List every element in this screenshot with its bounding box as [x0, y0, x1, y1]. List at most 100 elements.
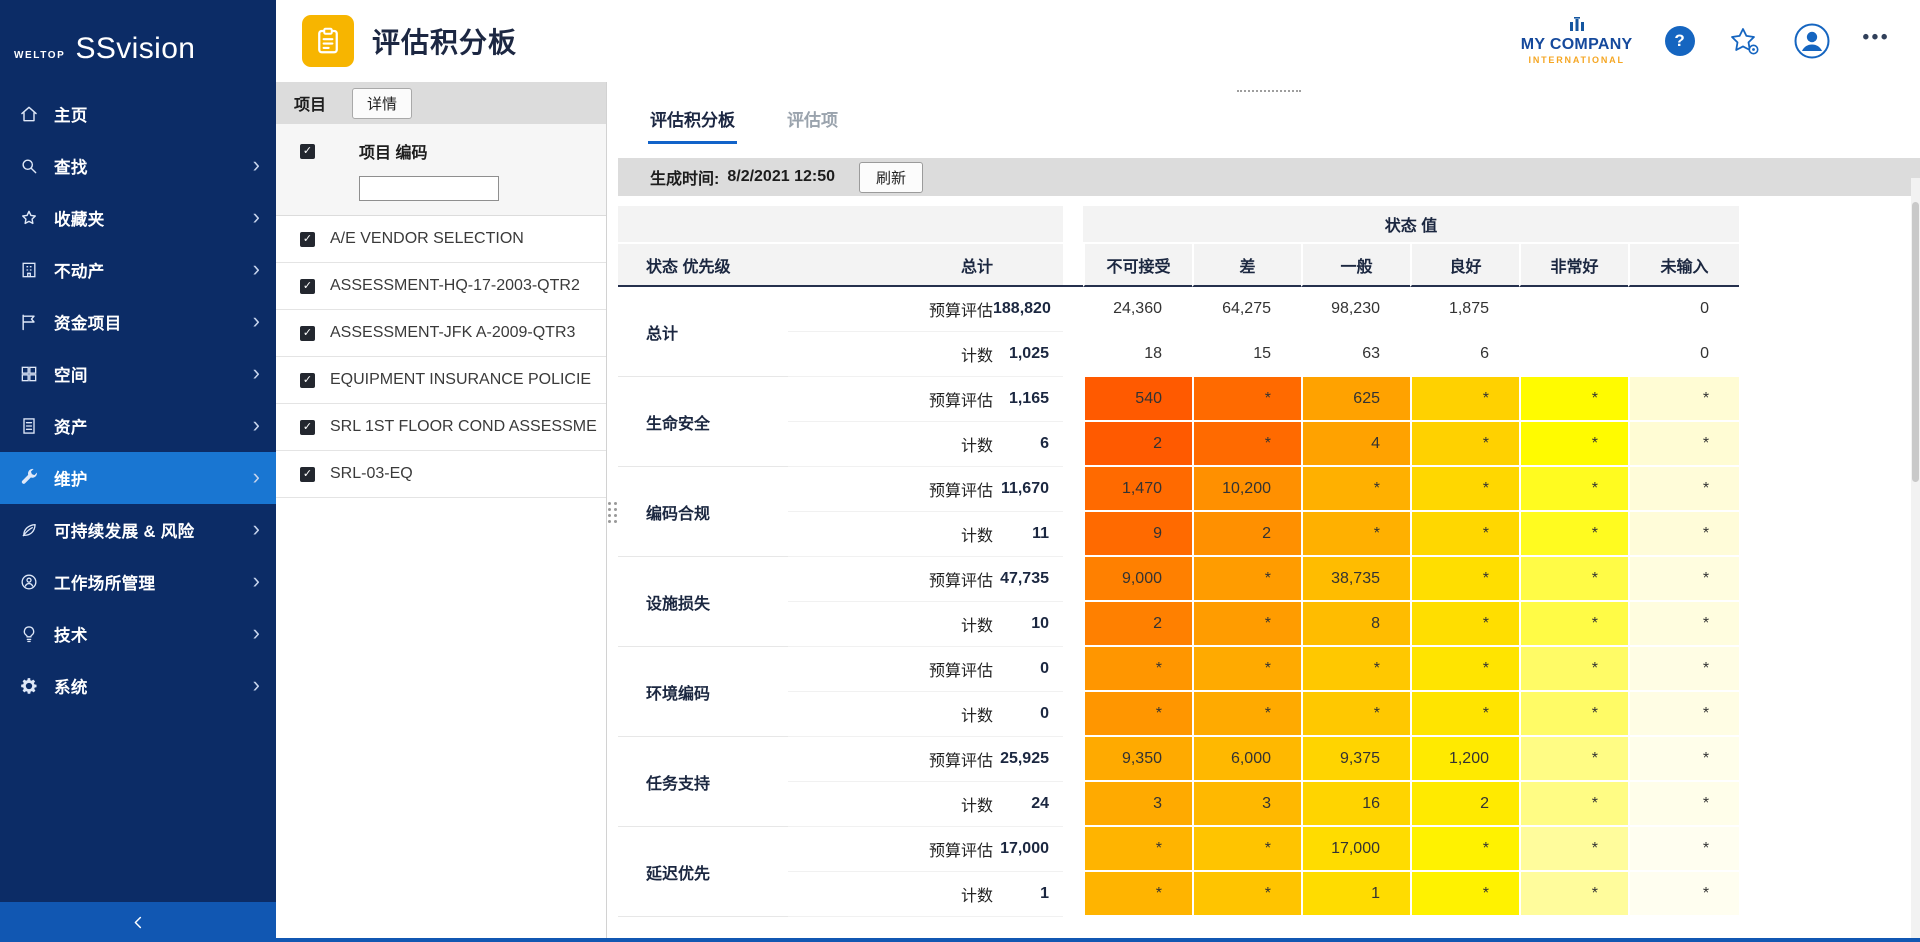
status-cell: *: [1628, 512, 1739, 557]
sidebar-item-label: 技术: [54, 622, 88, 646]
status-cell: 17,000: [1301, 827, 1410, 872]
sidebar-item-5[interactable]: 空间 ›: [0, 348, 276, 400]
gutter: [1063, 557, 1083, 602]
tab-details[interactable]: 详情: [352, 88, 412, 119]
scoreboard-row: 延迟优先预算评估17,000**17,000***: [618, 827, 1739, 872]
panel-splitter[interactable]: [606, 82, 618, 942]
total-value: 0: [993, 647, 1063, 692]
scrollbar-thumb[interactable]: [1912, 202, 1919, 482]
total-column-header: 总计: [788, 244, 1063, 287]
priority-label: 设施损失: [618, 557, 788, 647]
sidebar-item-label: 资金项目: [54, 310, 122, 334]
status-cell: 3: [1083, 782, 1192, 827]
gutter: [1063, 377, 1083, 422]
metric-label: 预算评估: [788, 557, 993, 602]
status-cell: [1519, 332, 1628, 377]
status-cell: *: [1628, 377, 1739, 422]
status-cell: 625: [1301, 377, 1410, 422]
status-cell: *: [1519, 377, 1628, 422]
sidebar-collapse-button[interactable]: [0, 902, 276, 942]
project-checkbox[interactable]: ✓: [300, 420, 315, 435]
sidebar-item-10[interactable]: 技术 ›: [0, 608, 276, 660]
status-cell: 98,230: [1301, 287, 1410, 332]
gutter: [1063, 332, 1083, 377]
splitter-handle-icon: [608, 502, 617, 523]
tab-projects[interactable]: 项目: [286, 91, 334, 115]
status-cell: 0: [1628, 287, 1739, 332]
project-row: ✓ SRL-03-EQ: [276, 451, 606, 498]
project-checkbox[interactable]: ✓: [300, 232, 315, 247]
chevron-right-icon: ›: [253, 570, 260, 595]
metric-label: 计数: [788, 422, 993, 467]
chevron-right-icon: ›: [253, 206, 260, 231]
sidebar-item-2[interactable]: 收藏夹 ›: [0, 192, 276, 244]
sidebar-item-8[interactable]: 可持续发展 & 风险 ›: [0, 504, 276, 556]
sidebar-item-3[interactable]: 不动产 ›: [0, 244, 276, 296]
sidebar-item-7[interactable]: 维护 ›: [0, 452, 276, 504]
status-cell: *: [1410, 467, 1519, 512]
favorite-settings-button[interactable]: [1727, 25, 1761, 57]
page-title: 评估积分板: [372, 21, 517, 61]
status-cell: *: [1519, 602, 1628, 647]
total-value: 11: [993, 512, 1063, 557]
priority-label: 环境编码: [618, 647, 788, 737]
refresh-button[interactable]: 刷新: [859, 162, 923, 193]
more-options-button[interactable]: •••: [1863, 27, 1890, 55]
project-row: ✓ ASSESSMENT-HQ-17-2003-QTR2: [276, 263, 606, 310]
status-cell: *: [1192, 647, 1301, 692]
status-cell: *: [1628, 827, 1739, 872]
total-value: 188,820: [993, 287, 1063, 332]
status-cell: 9,350: [1083, 737, 1192, 782]
app-window: WELTOP SSvision 主页 查找 › 收藏夹 › 不动产 › 资金项目…: [0, 0, 1920, 942]
project-code: EQUIPMENT INSURANCE POLICIE: [330, 371, 591, 389]
status-cell: *: [1519, 872, 1628, 917]
sidebar-item-1[interactable]: 查找 ›: [0, 140, 276, 192]
sidebar-item-label: 资产: [54, 414, 88, 438]
status-cell: *: [1410, 557, 1519, 602]
status-value-header: 状态 值: [1083, 206, 1739, 244]
project-code: ASSESSMENT-JFK A-2009-QTR3: [330, 324, 575, 342]
sidebar: WELTOP SSvision 主页 查找 › 收藏夹 › 不动产 › 资金项目…: [0, 0, 276, 942]
status-header-row: 状态 优先级 总计 不可接受差一般良好非常好未输入: [618, 244, 1739, 287]
leaf-icon: [18, 519, 40, 541]
projects-filter-header: ✓ 项目 编码: [276, 124, 606, 216]
company-logo-icon: [1568, 17, 1586, 31]
gutter: [1063, 782, 1083, 827]
project-checkbox[interactable]: ✓: [300, 373, 315, 388]
scoreboard-row: 设施损失预算评估47,7359,000*38,735***: [618, 557, 1739, 602]
priority-label: 延迟优先: [618, 827, 788, 917]
total-value: 1: [993, 872, 1063, 917]
select-all-checkbox[interactable]: ✓: [300, 144, 315, 159]
clipboard-icon: [302, 15, 354, 67]
vertical-scrollbar[interactable]: [1911, 178, 1920, 938]
sidebar-item-9[interactable]: 工作场所管理 ›: [0, 556, 276, 608]
sidebar-item-11[interactable]: 系统 ›: [0, 660, 276, 712]
project-checkbox[interactable]: ✓: [300, 279, 315, 294]
project-checkbox[interactable]: ✓: [300, 467, 315, 482]
total-value: 6: [993, 422, 1063, 467]
tab-scoreboard[interactable]: 评估积分板: [648, 100, 737, 144]
sidebar-item-6[interactable]: 资产 ›: [0, 400, 276, 452]
status-cell: *: [1410, 872, 1519, 917]
project-code-column-header: 项目 编码: [359, 139, 427, 163]
status-cell: *: [1628, 467, 1739, 512]
status-cell: 540: [1083, 377, 1192, 422]
status-cell: *: [1628, 422, 1739, 467]
status-cell: *: [1083, 827, 1192, 872]
sidebar-item-0[interactable]: 主页: [0, 88, 276, 140]
help-button[interactable]: ?: [1665, 26, 1695, 56]
tab-assessment-items[interactable]: 评估项: [785, 100, 840, 144]
status-cell: 24,360: [1083, 287, 1192, 332]
project-checkbox[interactable]: ✓: [300, 326, 315, 341]
lightbulb-icon: [18, 623, 40, 645]
metric-label: 预算评估: [788, 737, 993, 782]
project-code-filter-input[interactable]: [359, 176, 499, 201]
status-cell: 9,375: [1301, 737, 1410, 782]
main-region: 评估积分板 MY COMPANY INTERNATIONAL ?: [276, 0, 1920, 942]
scoreboard-row: 生命安全预算评估1,165540*625***: [618, 377, 1739, 422]
chevron-right-icon: ›: [253, 414, 260, 439]
user-avatar-button[interactable]: [1793, 22, 1831, 60]
sidebar-item-4[interactable]: 资金项目 ›: [0, 296, 276, 348]
status-cell: 1,200: [1410, 737, 1519, 782]
chevron-right-icon: ›: [253, 362, 260, 387]
